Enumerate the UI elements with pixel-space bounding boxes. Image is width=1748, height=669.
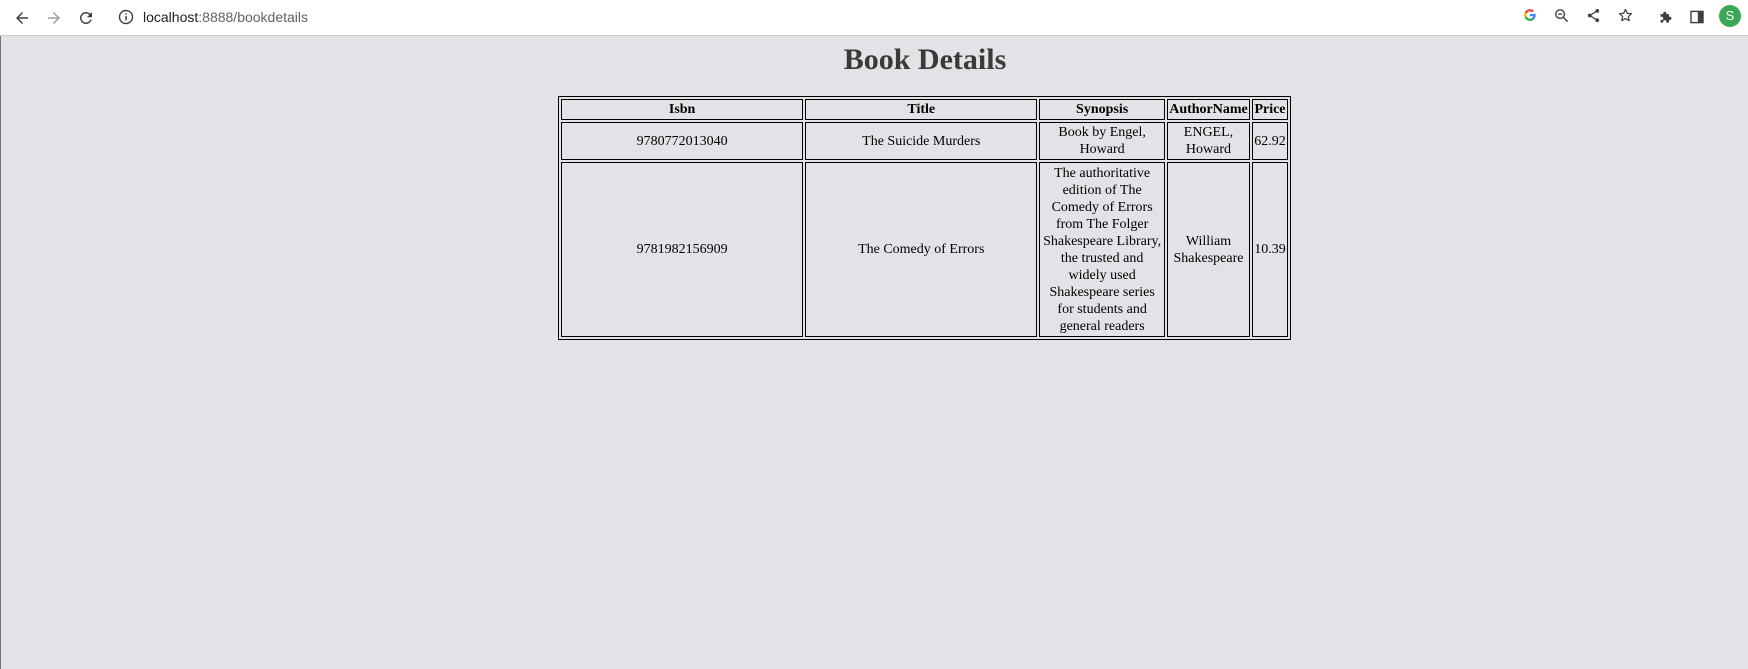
site-info-icon[interactable] (118, 9, 134, 25)
column-header-title: Title (805, 99, 1038, 120)
back-button[interactable] (8, 4, 36, 32)
url-text[interactable]: localhost:8888/bookdetails (143, 8, 308, 26)
cell-author: William Shakespeare (1166, 162, 1250, 337)
table-row: 9780772013040 The Suicide Murders Book b… (561, 122, 1288, 160)
column-header-price: Price (1251, 99, 1288, 120)
extensions-puzzle-icon[interactable] (1656, 7, 1676, 27)
page-title: Book Details (843, 43, 1007, 76)
share-icon[interactable] (1585, 7, 1601, 23)
forward-arrow-icon (48, 12, 60, 24)
page-header: Book Details (0, 38, 1748, 82)
back-arrow-icon (16, 12, 28, 24)
reload-button[interactable] (72, 4, 100, 32)
bookmark-star-icon[interactable] (1617, 7, 1633, 23)
column-header-author: AuthorName (1166, 99, 1250, 120)
cell-price: 62.92 (1251, 122, 1288, 160)
side-panel-icon[interactable] (1687, 7, 1707, 27)
window-edge (0, 36, 1, 669)
reload-icon (79, 11, 92, 24)
cell-title: The Comedy of Errors (805, 162, 1038, 337)
address-bar[interactable]: localhost:8888/bookdetails (110, 2, 1510, 32)
cell-price: 10.39 (1251, 162, 1288, 337)
table-row: 9781982156909 The Comedy of Errors The a… (561, 162, 1288, 337)
cell-isbn: 9780772013040 (561, 122, 804, 160)
cell-synopsis: Book by Engel, Howard (1039, 122, 1165, 160)
cell-author: ENGEL, Howard (1166, 122, 1250, 160)
forward-button[interactable] (40, 4, 68, 32)
url-path: :8888/bookdetails (198, 9, 309, 25)
cell-title: The Suicide Murders (805, 122, 1038, 160)
cell-synopsis: The authoritative edition of The Comedy … (1039, 162, 1165, 337)
profile-avatar[interactable]: S (1719, 5, 1741, 27)
google-icon[interactable] (1522, 7, 1538, 23)
browser-toolbar: localhost:8888/bookdetails S (0, 0, 1748, 36)
zoom-out-icon[interactable] (1553, 7, 1569, 23)
url-host: localhost (143, 9, 199, 25)
table-header-row: Isbn Title Synopsis AuthorName Price (561, 99, 1288, 120)
book-details-table: Isbn Title Synopsis AuthorName Price 978… (558, 96, 1291, 340)
column-header-isbn: Isbn (561, 99, 804, 120)
column-header-synopsis: Synopsis (1039, 99, 1165, 120)
cell-isbn: 9781982156909 (561, 162, 804, 337)
